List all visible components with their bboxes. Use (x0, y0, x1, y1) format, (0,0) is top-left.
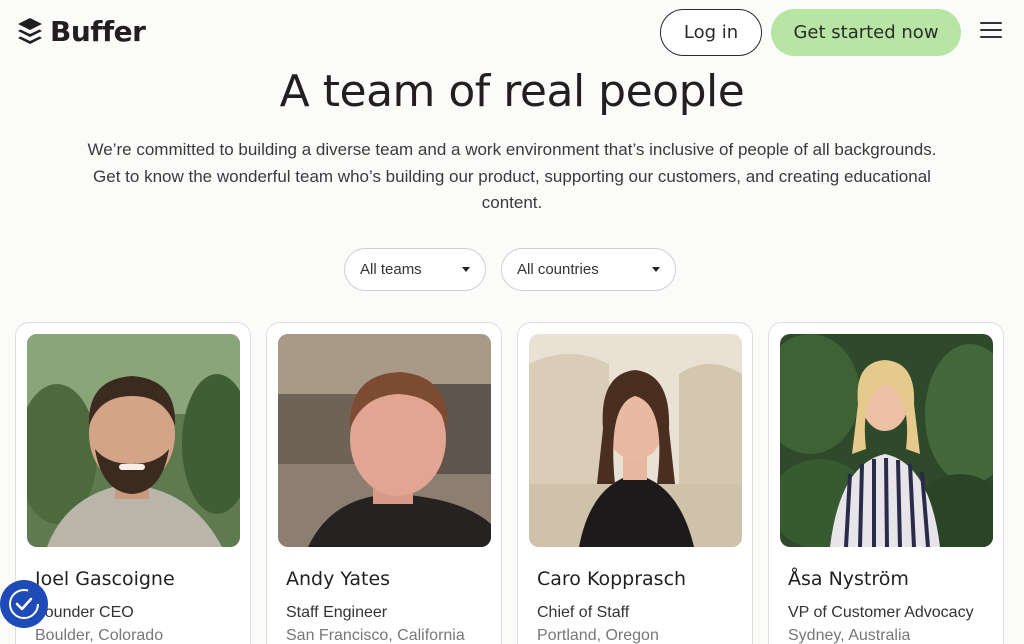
site-header: Buffer Log in Get started now (0, 0, 1024, 66)
hamburger-menu-icon[interactable] (980, 22, 1002, 42)
team-member-card[interactable]: Åsa Nyström VP of Customer Advocacy Sydn… (768, 322, 1004, 644)
page-subtitle: We’re committed to building a diverse te… (87, 140, 937, 212)
teams-select[interactable]: All teams (344, 248, 486, 291)
team-member-location: San Francisco, California (286, 627, 465, 644)
team-member-card[interactable]: Caro Kopprasch Chief of Staff Portland, … (517, 322, 753, 644)
team-member-role: VP of Customer Advocacy (788, 604, 974, 621)
accessibility-button[interactable] (0, 580, 48, 628)
team-member-name: Joel Gascoigne (35, 568, 175, 590)
team-member-role: Founder CEO (35, 604, 134, 621)
team-member-location: Sydney, Australia (788, 627, 911, 644)
countries-select-value: All countries (517, 261, 599, 278)
team-member-photo (27, 334, 240, 547)
teams-select-value: All teams (360, 261, 422, 278)
team-member-card[interactable]: Andy Yates Staff Engineer San Francisco,… (266, 322, 502, 644)
team-member-role: Chief of Staff (537, 604, 630, 621)
caret-down-icon (652, 267, 660, 272)
buffer-logo[interactable]: Buffer (16, 15, 146, 48)
buffer-logo-icon (18, 17, 42, 44)
team-member-location: Portland, Oregon (537, 627, 659, 644)
team-member-name: Caro Kopprasch (537, 568, 687, 590)
team-member-photo (529, 334, 742, 547)
team-member-photo (278, 334, 491, 547)
page-title: A team of real people (279, 66, 745, 117)
team-member-name: Andy Yates (286, 568, 391, 590)
get-started-button[interactable]: Get started now (771, 9, 961, 56)
logo-text: Buffer (50, 15, 146, 48)
countries-select[interactable]: All countries (501, 248, 676, 291)
caret-down-icon (462, 267, 470, 272)
team-member-photo (780, 334, 993, 547)
team-member-card[interactable]: Joel Gascoigne Founder CEO Boulder, Colo… (15, 322, 251, 644)
login-button[interactable]: Log in (660, 9, 762, 56)
team-filters: All teams All countries (0, 248, 1024, 292)
team-member-name: Åsa Nyström (788, 568, 909, 590)
team-member-role: Staff Engineer (286, 604, 388, 621)
accessibility-icon (9, 589, 39, 619)
team-member-location: Boulder, Colorado (35, 627, 164, 644)
